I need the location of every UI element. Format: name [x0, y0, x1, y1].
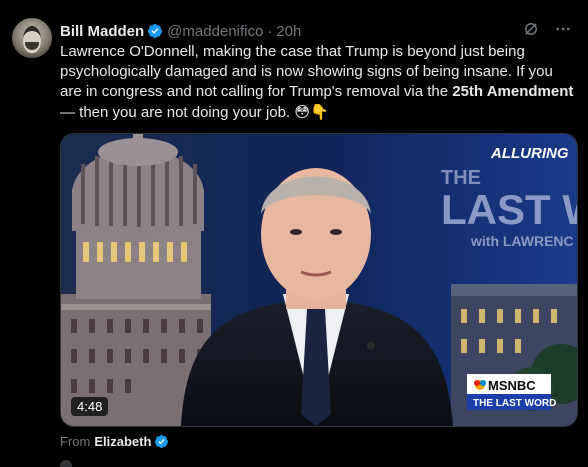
- tweet-header: Bill Madden @maddenifico · 20h: [60, 21, 301, 41]
- next-tweet-avatar-peek: [60, 460, 72, 467]
- author-handle[interactable]: @maddenifico: [167, 23, 263, 40]
- tweet[interactable]: Bill Madden @maddenifico · 20h Lawrence …: [0, 0, 588, 467]
- video-watermark: ALLURING: [490, 145, 569, 162]
- tweet-emojis: 😳👇: [294, 103, 329, 121]
- author-name[interactable]: Bill Madden: [60, 23, 144, 40]
- network-show-text: THE LAST WORD: [473, 398, 556, 409]
- tweet-text: Lawrence O'Donnell, making the case that…: [60, 42, 575, 123]
- verified-badge-icon: [148, 24, 163, 38]
- show-title-line2: LAST W: [441, 186, 577, 233]
- tweet-timestamp[interactable]: 20h: [276, 23, 301, 40]
- author-avatar[interactable]: [12, 18, 52, 58]
- tweet-top-actions: [522, 20, 572, 38]
- video-duration: 4:48: [71, 397, 109, 416]
- grok-icon[interactable]: [522, 20, 540, 38]
- header-separator: ·: [267, 22, 273, 40]
- video-player[interactable]: THE LAST W with LAWRENC ALLURING: [60, 133, 578, 427]
- more-options-icon[interactable]: [554, 20, 572, 38]
- tweet-text-part-end: — then you are not doing your job.: [60, 104, 295, 121]
- verified-badge-icon: [155, 434, 169, 449]
- attribution-prefix: From: [60, 434, 91, 449]
- show-subtitle: with LAWRENC: [470, 233, 574, 249]
- network-logo: MSNBC THE LAST WORD: [467, 374, 556, 410]
- tweet-bold-text: 25th Amendment: [452, 83, 574, 100]
- video-frame: THE LAST W with LAWRENC ALLURING: [61, 134, 577, 426]
- video-attribution: From Elizabeth: [60, 434, 173, 449]
- network-logo-text: MSNBC: [488, 378, 536, 393]
- attribution-name[interactable]: Elizabeth: [94, 434, 151, 449]
